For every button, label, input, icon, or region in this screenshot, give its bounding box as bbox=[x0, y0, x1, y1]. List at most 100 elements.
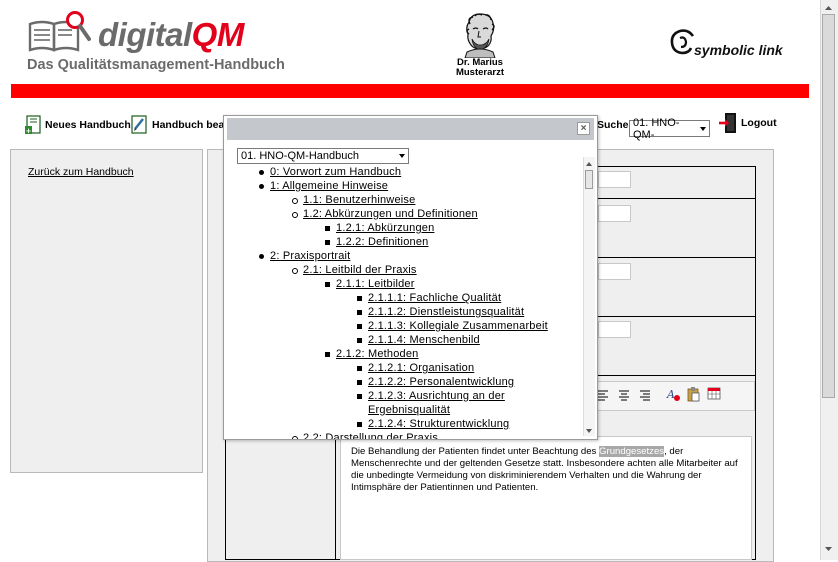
toc-item-link[interactable]: 1.2.2: Definitionen bbox=[336, 236, 428, 248]
toc-item-link[interactable]: 2: Praxisportrait bbox=[270, 250, 350, 262]
toc-item[interactable]: 1.1: Benutzerhinweise bbox=[292, 194, 415, 207]
form-text-input[interactable] bbox=[598, 171, 631, 188]
toc-item[interactable]: 2.1.2.4: Strukturentwicklung bbox=[357, 418, 509, 431]
paste-icon[interactable] bbox=[686, 386, 701, 402]
toc-item-link[interactable]: 2.2: Darstellung der Praxis bbox=[303, 432, 438, 439]
toc-item[interactable]: 2.1.1.4: Menschenbild bbox=[357, 334, 480, 347]
highlighted-text: Grundgesetzes bbox=[599, 446, 665, 457]
back-to-handbook-link[interactable]: Zurück zum Handbuch bbox=[28, 166, 134, 178]
bullet-icon bbox=[292, 198, 298, 204]
logo-subtitle: Das Qualitätsmanagement-Handbuch bbox=[27, 57, 285, 73]
toc-item-link[interactable]: 0: Vorwort zum Handbuch bbox=[270, 166, 401, 178]
toc-item-link[interactable]: 2.1: Leitbild der Praxis bbox=[303, 264, 417, 276]
edit-handbook-button[interactable]: Handbuch bearb bbox=[130, 113, 235, 137]
chevron-down-icon bbox=[700, 126, 706, 131]
new-handbook-button[interactable]: + Neues Handbuch bbox=[24, 113, 131, 137]
edit-document-icon bbox=[131, 115, 147, 134]
logout-door-icon bbox=[719, 113, 736, 133]
logout-label: Logout bbox=[741, 117, 777, 129]
form-text-input[interactable] bbox=[598, 321, 631, 338]
remove-format-icon[interactable]: A bbox=[666, 386, 681, 402]
toc-item-link[interactable]: 1.1: Benutzerhinweise bbox=[303, 194, 415, 206]
toc-item[interactable]: 2.1.2.1: Organisation bbox=[357, 362, 474, 375]
form-text-input[interactable] bbox=[598, 205, 631, 222]
toc-item[interactable]: 2.1: Leitbild der Praxis bbox=[292, 264, 417, 277]
toc-item-link[interactable]: Ergebnisqualität bbox=[368, 404, 450, 416]
bullet-icon bbox=[357, 422, 362, 427]
toc-item[interactable]: 1.2.2: Definitionen bbox=[325, 236, 428, 249]
page-scrollbar-thumb[interactable] bbox=[822, 14, 835, 398]
toc-item[interactable]: 2.2: Darstellung der Praxis bbox=[292, 432, 438, 439]
align-right-icon[interactable] bbox=[639, 389, 651, 401]
close-icon[interactable]: × bbox=[577, 122, 590, 135]
toc-item[interactable]: Ergebnisqualität bbox=[368, 404, 450, 417]
toc-item-link[interactable]: 2.1.1.2: Dienstleistungsqualität bbox=[368, 306, 524, 318]
scroll-down-arrow-icon[interactable] bbox=[585, 426, 593, 434]
toc-item[interactable]: 2.1.2.3: Ausrichtung an der bbox=[357, 390, 505, 403]
bullet-icon bbox=[325, 226, 330, 231]
page-scroll-up-icon[interactable] bbox=[824, 3, 833, 11]
toc-item[interactable]: 2.1.1: Leitbilder bbox=[325, 278, 415, 291]
toc-item-link[interactable]: 2.1.2.4: Strukturentwicklung bbox=[368, 418, 509, 430]
symbolic-link-text: symbolic link bbox=[694, 42, 783, 58]
bullet-icon bbox=[357, 296, 362, 301]
toc-item-link[interactable]: 2.1.1.1: Fachliche Qualität bbox=[368, 292, 501, 304]
bullet-icon bbox=[357, 366, 362, 371]
book-magnifier-icon bbox=[28, 11, 91, 52]
toc-item-link[interactable]: 2.1.1: Leitbilder bbox=[336, 278, 415, 290]
toc-scrollbar-thumb[interactable] bbox=[585, 170, 593, 189]
form-text-input[interactable] bbox=[598, 263, 631, 280]
toc-scrollbar[interactable] bbox=[583, 157, 595, 436]
toc-list: 0: Vorwort zum Handbuch 1: Allgemeine Hin… bbox=[227, 166, 582, 439]
bullet-icon bbox=[259, 254, 264, 259]
toc-item[interactable]: 1.2: Abkürzungen und Definitionen bbox=[292, 208, 478, 221]
toc-item-link[interactable]: 2.1.2.1: Organisation bbox=[368, 362, 474, 374]
bullet-icon bbox=[325, 352, 330, 357]
toc-item-link[interactable]: 2.1.1.3: Kollegiale Zusammenarbeit bbox=[368, 320, 548, 332]
toc-item[interactable]: 2.1.2.2: Personalentwicklung bbox=[357, 376, 514, 389]
toc-item-link[interactable]: 1.2: Abkürzungen und Definitionen bbox=[303, 208, 478, 220]
search-label: Suche bbox=[597, 119, 629, 131]
toc-item-link[interactable]: 2.1.1.4: Menschenbild bbox=[368, 334, 480, 346]
chevron-down-icon bbox=[399, 154, 405, 158]
bullet-icon bbox=[292, 268, 298, 274]
handbook-select[interactable]: 01. HNO-QM-Handbuch bbox=[237, 148, 409, 164]
bust-caption: Dr. Marius Musterarzt bbox=[455, 57, 505, 78]
toc-item[interactable]: 2.1.1.2: Dienstleistungsqualität bbox=[357, 306, 524, 319]
toc-item-link[interactable]: 2.1.2.3: Ausrichtung an der bbox=[368, 390, 505, 402]
toc-item[interactable]: 0: Vorwort zum Handbuch bbox=[259, 166, 401, 179]
bullet-icon bbox=[259, 170, 264, 175]
bullet-icon bbox=[357, 310, 362, 315]
toc-item-link[interactable]: 2.1.2: Methoden bbox=[336, 348, 419, 360]
toc-item[interactable]: 1: Allgemeine Hinweise bbox=[259, 180, 388, 193]
bullet-icon bbox=[325, 282, 330, 287]
toc-item-link[interactable]: 1: Allgemeine Hinweise bbox=[270, 180, 388, 192]
bullet-icon bbox=[357, 394, 362, 399]
logout-button[interactable]: Logout bbox=[718, 111, 777, 135]
bullet-icon bbox=[292, 212, 298, 218]
toc-modal-header bbox=[227, 118, 594, 140]
toc-item[interactable]: 2.1.2: Methoden bbox=[325, 348, 419, 361]
new-handbook-label: Neues Handbuch bbox=[45, 119, 131, 131]
editor-content-text[interactable]: Die Behandlung der Patienten findet unte… bbox=[351, 446, 747, 494]
bust-emblem bbox=[455, 12, 505, 59]
page-scroll-down-icon[interactable] bbox=[824, 544, 833, 552]
bullet-icon bbox=[259, 184, 264, 189]
search-handbook-select[interactable]: 01. HNO-QM- bbox=[629, 117, 710, 141]
scroll-up-arrow-icon[interactable] bbox=[585, 159, 593, 167]
toc-item[interactable]: 1.2.1: Abkürzungen bbox=[325, 222, 434, 235]
align-left-icon[interactable] bbox=[597, 389, 609, 401]
bullet-icon bbox=[292, 436, 298, 439]
toc-item[interactable]: 2.1.1.3: Kollegiale Zusammenarbeit bbox=[357, 320, 548, 333]
digitalqm-logo bbox=[27, 10, 97, 55]
bullet-icon bbox=[325, 240, 330, 245]
svg-text:A: A bbox=[666, 388, 675, 401]
insert-table-icon[interactable] bbox=[707, 386, 722, 402]
toc-item[interactable]: 2.1.1.1: Fachliche Qualität bbox=[357, 292, 501, 305]
toc-item-link[interactable]: 1.2.1: Abkürzungen bbox=[336, 222, 434, 234]
align-center-icon[interactable] bbox=[618, 389, 630, 401]
left-sidebar-panel bbox=[10, 149, 203, 473]
toc-item[interactable]: 2: Praxisportrait bbox=[259, 250, 350, 263]
bullet-icon bbox=[357, 324, 362, 329]
toc-item-link[interactable]: 2.1.2.2: Personalentwicklung bbox=[368, 376, 514, 388]
